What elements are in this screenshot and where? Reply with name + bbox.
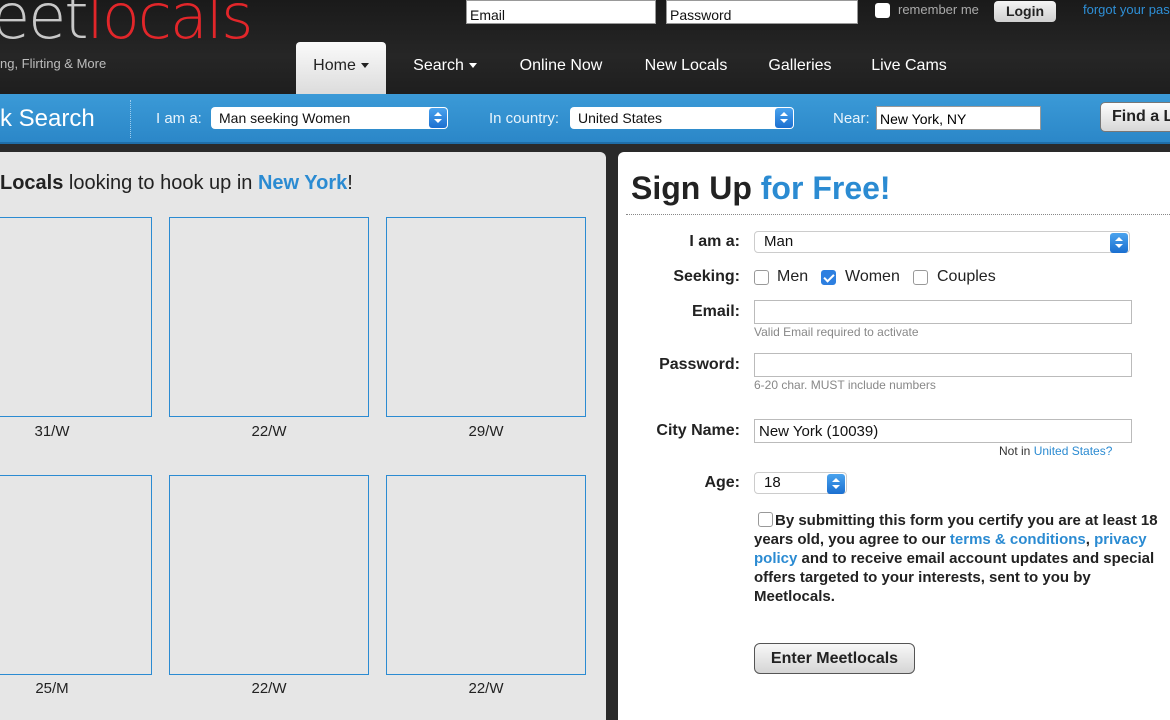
seek-couples-label: Couples [937,268,996,285]
select-arrows-icon [775,108,793,128]
country-select[interactable]: United States [570,107,794,129]
remember-me-checkbox[interactable] [875,3,890,18]
login-password-input[interactable]: Password [666,0,858,24]
profile-caption: 31/W [34,423,70,440]
nav-home[interactable]: Home [296,42,386,94]
iam-field-select[interactable]: Man [754,231,1130,253]
login-email-input[interactable]: Email [466,0,656,24]
select-arrows-icon [429,108,447,128]
password-label: Password: [659,356,740,373]
nav-galleries[interactable]: Galleries [758,42,842,88]
age-select[interactable]: 18 [754,472,847,494]
password-hint: 6-20 char. MUST include numbers [754,378,936,392]
country-label: In country: [489,110,560,127]
profile-caption: 22/W [468,680,504,697]
profile-photo[interactable] [386,475,586,675]
site-logo[interactable]: eetlocals [0,0,253,48]
nav-new-locals[interactable]: New Locals [634,42,738,88]
remember-me-label: remember me [898,2,979,17]
seeking-label: Seeking: [673,268,740,285]
seek-couples-checkbox[interactable] [913,270,928,285]
chevron-down-icon [468,63,477,69]
near-label: Near: [833,110,870,127]
profile-caption: 29/W [468,423,504,440]
select-arrows-icon [1110,233,1128,253]
login-button[interactable]: Login [994,1,1056,22]
terms-link[interactable]: terms & conditions [950,531,1086,548]
quick-search-title: k Search [0,105,95,132]
divider [626,214,1170,215]
seek-men-checkbox[interactable] [754,270,769,285]
iam-label: I am a: [156,110,202,127]
site-tagline: ng, Flirting & More [0,56,107,71]
profile-caption: 22/W [251,680,287,697]
profile-photo[interactable] [386,217,586,417]
city-field[interactable]: New York (10039) [754,419,1132,443]
seek-women-checkbox[interactable] [821,270,836,285]
email-label: Email: [691,303,740,320]
nav-live-cams[interactable]: Live Cams [862,42,956,88]
chevron-down-icon [360,63,369,69]
seek-men-label: Men [777,268,809,285]
email-hint: Valid Email required to activate [754,325,919,339]
age-label: Age: [704,474,740,491]
forgot-password-link[interactable]: forgot your pas [1083,2,1170,17]
divider [130,100,131,138]
profile-photo[interactable] [169,217,369,417]
profile-photo[interactable] [0,217,152,417]
profile-photo[interactable] [0,475,152,675]
select-arrows-icon [827,474,845,494]
not-in-note: Not in United States? [999,444,1113,458]
nav-search[interactable]: Search [404,42,486,88]
site-header: eetlocals ng, Flirting & More Email Pass… [0,0,1170,94]
near-input[interactable]: New York, NY [876,106,1041,130]
iam-select[interactable]: Man seeking Women [211,107,448,129]
find-button[interactable]: Find a L [1100,102,1170,132]
terms-checkbox[interactable] [758,512,773,527]
seek-women-label: Women [845,268,900,285]
enter-button[interactable]: Enter Meetlocals [754,643,915,674]
signup-title: Sign Up for Free! [631,170,891,206]
profile-caption: 25/M [35,680,69,697]
terms-text: By submitting this form you certify you … [754,512,1158,605]
change-country-link[interactable]: United States? [1034,444,1113,458]
city-label: City Name: [656,422,740,439]
email-field[interactable] [754,300,1132,324]
iam-field-label: I am a: [689,233,740,250]
nav-online-now[interactable]: Online Now [508,42,614,88]
locals-heading: Locals looking to hook up in New York! [0,172,353,194]
profile-caption: 22/W [251,423,287,440]
profile-photo[interactable] [169,475,369,675]
password-field[interactable] [754,353,1132,377]
